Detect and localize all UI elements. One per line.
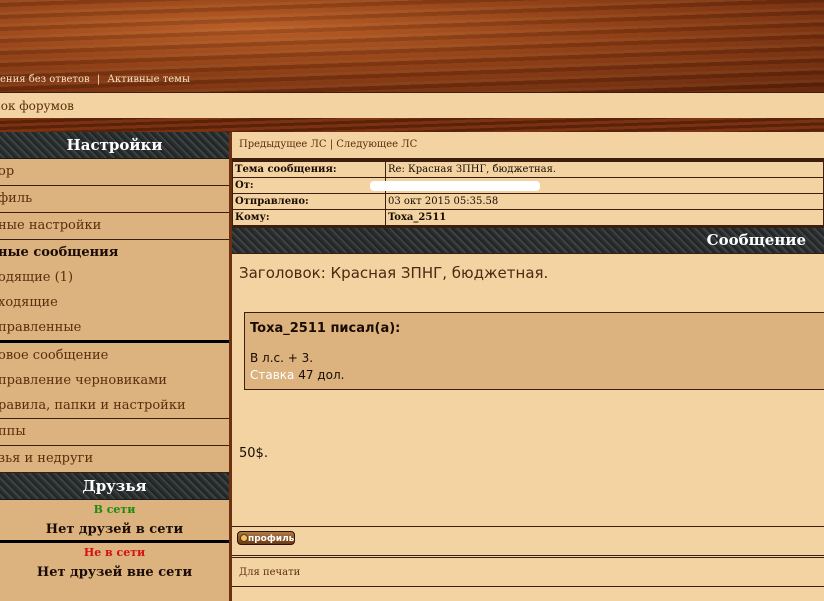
- sidebar-item-new-message[interactable]: овое сообщение: [0, 343, 229, 368]
- offline-label: Не в сети: [83, 546, 146, 559]
- sidebar-item-friends-foes[interactable]: зья и недруги: [0, 446, 229, 473]
- breadcrumb: сок форумов: [0, 92, 824, 120]
- message-subject: Заголовок: Красная ЗПНГ, бюджетная.: [239, 264, 549, 282]
- pm-navigation: Предыдущее ЛС | Следующее ЛС: [232, 132, 824, 161]
- sidebar-item-groups[interactable]: ппы: [0, 418, 229, 446]
- bet-link[interactable]: Ставка: [250, 368, 294, 382]
- to-label: Кому:: [232, 209, 386, 226]
- sidebar-item-rules-folders[interactable]: равила, папки и настройки: [0, 393, 229, 418]
- sidebar-item-outbox[interactable]: ходящие: [0, 290, 229, 315]
- table-row: Тема сообщения: Re: Красная ЗПНГ, бюджет…: [232, 161, 824, 178]
- message-panel: Предыдущее ЛС | Следующее ЛС Тема сообще…: [232, 132, 824, 601]
- pm-nav-separator: |: [329, 139, 334, 150]
- recipient-link[interactable]: Toxa_2511: [385, 209, 824, 226]
- wood-divider: [0, 118, 824, 132]
- quote-text-rest: 47 дол.: [294, 368, 345, 382]
- quote-text-line: Ставка 47 дол.: [250, 368, 344, 382]
- sidebar-item-private-messages[interactable]: ные сообщения: [0, 240, 229, 265]
- sidebar-item-profile[interactable]: филь: [0, 186, 229, 213]
- profile-button[interactable]: профиль: [237, 531, 295, 545]
- subject-label: Тема сообщения:: [232, 161, 386, 178]
- sidebar-item-sent[interactable]: правленные: [0, 315, 229, 340]
- table-row: Кому: Toxa_2511: [232, 209, 824, 226]
- sent-label: Отправлено:: [232, 193, 386, 210]
- quote-text-line: В л.с. + 3.: [250, 351, 314, 365]
- online-friends-text: Нет друзей в сети: [45, 522, 184, 537]
- message-body: Заголовок: Красная ЗПНГ, бюджетная. Toxa…: [232, 254, 824, 514]
- user-icon: [240, 534, 248, 542]
- previous-pm-link[interactable]: Предыдущее ЛС: [239, 139, 327, 150]
- table-row: Отправлено: 03 окт 2015 05:35.58: [232, 193, 824, 210]
- subject-value: Re: Красная ЗПНГ, бюджетная.: [385, 161, 824, 178]
- active-topics-link[interactable]: Активные темы: [107, 74, 190, 85]
- print-row: Для печати: [232, 557, 824, 587]
- sidebar-item-overview[interactable]: ор: [0, 159, 229, 186]
- sidebar-item-personal-settings[interactable]: ные настройки: [0, 213, 229, 240]
- table-row: От:: [232, 177, 824, 194]
- nav-separator: |: [96, 74, 101, 85]
- sidebar: Настройки ор филь ные настройки ные сооб…: [0, 132, 229, 601]
- quote-block: Toxa_2511 писал(а): В л.с. + 3. Ставка 4…: [244, 312, 824, 390]
- sent-value: 03 окт 2015 05:35.58: [385, 193, 824, 210]
- settings-header: Настройки: [0, 132, 229, 159]
- redacted-sender: [370, 180, 540, 191]
- print-view-link[interactable]: Для печати: [239, 567, 300, 578]
- offline-friends-text: Нет друзей вне сети: [36, 565, 193, 580]
- from-value: [370, 177, 824, 194]
- profile-button-label: профиль: [248, 534, 295, 544]
- next-pm-link[interactable]: Следующее ЛС: [336, 139, 417, 150]
- unanswered-topics-link[interactable]: ения без ответов: [0, 74, 90, 85]
- message-header: Сообщение: [232, 226, 824, 254]
- quote-author: Toxa_2511 писал(а):: [250, 321, 401, 336]
- online-label: В сети: [93, 503, 136, 516]
- from-label: От:: [232, 177, 386, 194]
- post-actions-row: профиль: [232, 526, 824, 556]
- message-amount: 50$.: [239, 446, 268, 461]
- sidebar-item-drafts[interactable]: правление черновиками: [0, 368, 229, 393]
- message-header-table: Тема сообщения: Re: Красная ЗПНГ, бюджет…: [232, 161, 824, 226]
- top-navigation: ения без ответов | Активные темы: [0, 74, 194, 88]
- friends-header: Друзья: [0, 473, 229, 500]
- sidebar-item-inbox[interactable]: одящие (1): [0, 265, 229, 290]
- forum-index-link[interactable]: сок форумов: [0, 99, 74, 113]
